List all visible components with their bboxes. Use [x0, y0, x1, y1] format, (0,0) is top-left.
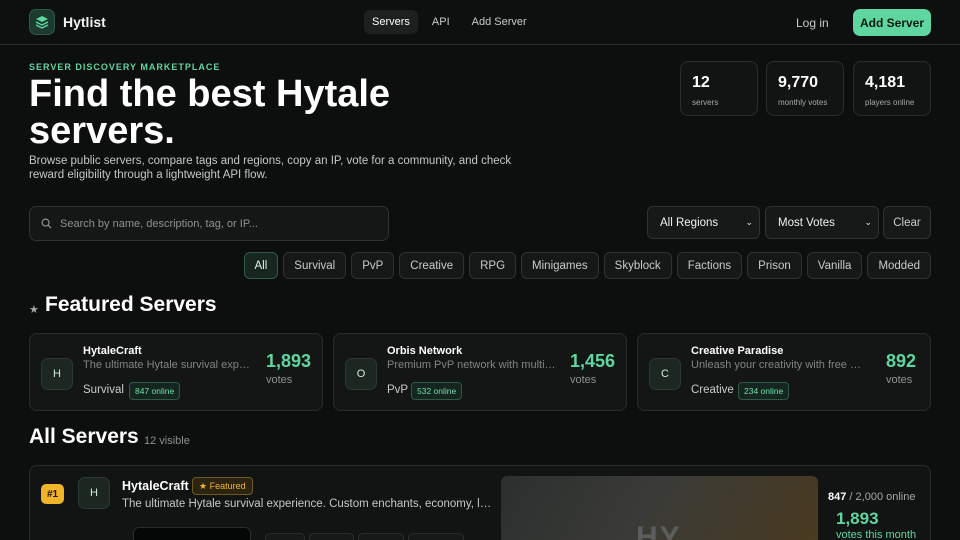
hero-lead: Browse public servers, compare tags and … [29, 155, 512, 181]
stat-label: monthly votes [778, 98, 828, 107]
featured-card[interactable]: C Creative Paradise Unleash your creativ… [637, 333, 931, 411]
stat-value: 4,181 [865, 74, 906, 91]
chevron-down-icon: ⌄ [745, 217, 753, 227]
nav-link-api[interactable]: API [424, 10, 458, 34]
stat-label: servers [692, 98, 719, 107]
server-name[interactable]: HytaleCraft [83, 345, 142, 357]
tag-all[interactable]: All [243, 252, 279, 279]
sort-select[interactable]: Most Votes ⌄ [765, 206, 879, 239]
server-name[interactable]: Orbis Network [387, 345, 462, 357]
tag-chip [358, 533, 404, 540]
vote-label: votes [265, 374, 293, 386]
add-server-button[interactable]: Add Server [853, 9, 931, 36]
brand-name[interactable]: Hytlist [63, 14, 106, 30]
server-description: Premium PvP network with multiple game m… [387, 359, 559, 371]
server-description: The ultimate Hytale survival experience. [83, 359, 255, 371]
nav-links: Servers API Add Server [364, 10, 535, 34]
tag-creative[interactable]: Creative [399, 252, 465, 279]
rank-badge: #1 [41, 484, 64, 504]
tag-survival[interactable]: Survival [283, 252, 347, 279]
tag-pvp[interactable]: PvP [351, 252, 395, 279]
featured-badge: ★ Featured [192, 477, 253, 495]
tag-prison[interactable]: Prison [747, 252, 802, 279]
featured-card[interactable]: O Orbis Network Premium PvP network with… [333, 333, 627, 411]
login-link[interactable]: Log in [796, 16, 829, 30]
tag-vanilla[interactable]: Vanilla [806, 252, 863, 279]
region-select[interactable]: All Regions ⌄ [647, 206, 760, 239]
player-capacity: 847 / 2,000 online [828, 491, 915, 503]
server-avatar: O [345, 358, 377, 390]
visible-count: 12 visible [144, 435, 190, 447]
server-row[interactable]: #1 H HytaleCraft ★ Featured The ultimate… [29, 465, 931, 540]
stat-servers: 12 servers [680, 61, 758, 116]
tag-minigames[interactable]: Minigames [521, 252, 599, 279]
online-badge: 234 online [738, 382, 790, 400]
tag-modded[interactable]: Modded [867, 252, 931, 279]
vote-count: 1,893 votes [266, 351, 311, 386]
vote-count: 892 votes [886, 351, 916, 386]
tag-chip [408, 533, 464, 540]
stat-value: 12 [692, 74, 710, 91]
vote-label: votes [885, 374, 913, 386]
tag-factions[interactable]: Factions [676, 252, 743, 279]
tag-chip [309, 533, 354, 540]
tag-rpg[interactable]: RPG [469, 252, 517, 279]
all-servers-title: All Servers [29, 425, 139, 448]
sort-select-value: Most Votes [778, 216, 835, 229]
hero-eyebrow: SERVER DISCOVERY MARKETPLACE [29, 62, 221, 72]
logo-icon[interactable] [29, 9, 55, 35]
vote-number: 1,893 [265, 351, 311, 371]
nav-link-add-server[interactable]: Add Server [464, 10, 535, 34]
server-description: Unleash your creativity with free plots. [691, 359, 863, 371]
featured-title: Featured Servers [45, 293, 217, 316]
chevron-down-icon: ⌄ [864, 217, 872, 227]
server-avatar: C [649, 358, 681, 390]
hero-title: Find the best Hytale servers. [29, 73, 391, 152]
clear-button[interactable]: Clear [883, 206, 931, 239]
banner-text: HY [636, 521, 682, 540]
tag-chip [265, 533, 305, 540]
search-icon [41, 218, 52, 229]
vote-count: 1,456 votes [570, 351, 615, 386]
online-now: 847 [828, 491, 847, 503]
server-avatar: H [41, 358, 73, 390]
tag-skyblock[interactable]: Skyblock [603, 252, 672, 279]
region-select-value: All Regions [660, 216, 719, 229]
server-type: PvP [387, 384, 409, 396]
star-icon: ★ [29, 304, 39, 316]
vote-label: votes [569, 374, 597, 386]
stat-label: players online [865, 98, 915, 107]
online-badge: 532 online [411, 382, 463, 400]
vote-number: 892 [885, 351, 916, 371]
search-box [29, 206, 389, 241]
stat-value: 9,770 [778, 74, 819, 91]
tag-filters: All Survival PvP Creative RPG Minigames … [243, 252, 931, 279]
server-type: Creative [691, 384, 734, 396]
server-avatar: H [78, 477, 110, 509]
online-badge: 847 online [129, 382, 181, 400]
server-name[interactable]: HytaleCraft [122, 479, 189, 493]
featured-card[interactable]: H HytaleCraft The ultimate Hytale surviv… [29, 333, 323, 411]
stat-players-online: 4,181 players online [853, 61, 931, 116]
top-nav: Hytlist Servers API Add Server Log in Ad… [0, 0, 960, 45]
stat-monthly-votes: 9,770 monthly votes [766, 61, 844, 116]
search-input[interactable] [60, 217, 360, 230]
server-type: Survival [83, 384, 124, 396]
vote-number: 1,893 [836, 509, 879, 528]
online-max: / 2,000 online [849, 491, 916, 503]
server-name[interactable]: Creative Paradise [691, 345, 783, 357]
nav-link-servers[interactable]: Servers [364, 10, 418, 34]
copy-ip-button[interactable] [133, 527, 251, 540]
vote-label: votes this month [836, 529, 917, 540]
server-description: The ultimate Hytale survival experience.… [122, 498, 492, 510]
server-banner: HY [501, 476, 818, 540]
vote-number: 1,456 [569, 351, 615, 371]
